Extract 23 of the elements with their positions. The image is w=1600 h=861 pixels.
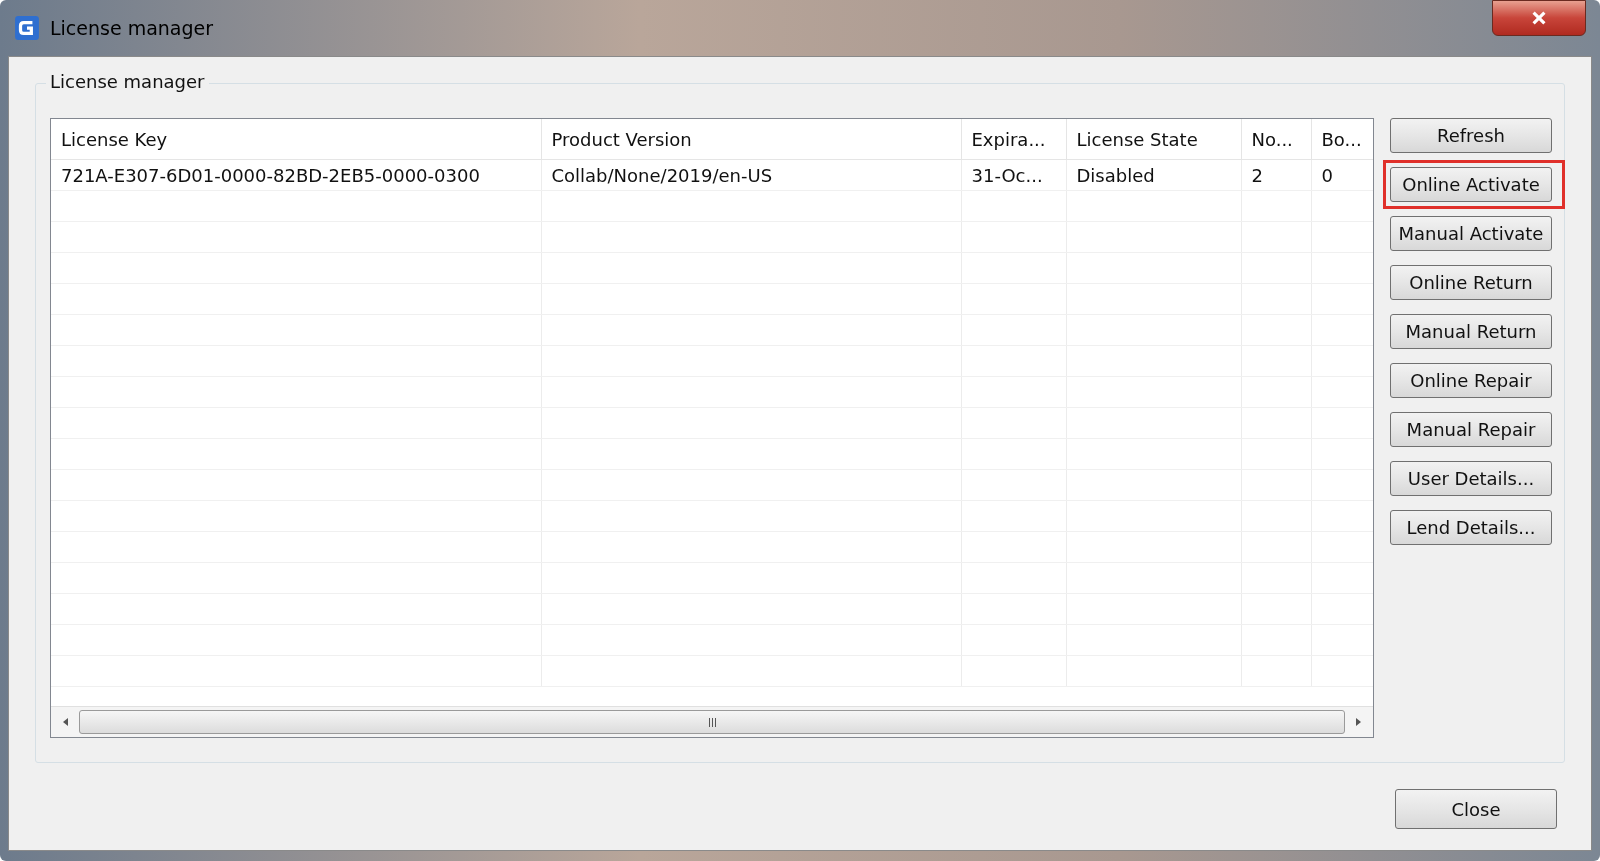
scroll-left-icon[interactable] xyxy=(61,717,71,727)
table-cell: Disabled xyxy=(1066,159,1241,191)
horizontal-scrollbar[interactable] xyxy=(51,706,1373,737)
group-label: License manager xyxy=(46,71,209,92)
app-logo-icon xyxy=(14,15,40,41)
close-icon[interactable] xyxy=(1492,0,1586,36)
close-button[interactable]: Close xyxy=(1395,789,1557,829)
table-cell: 721A-E307-6D01-0000-82BD-2EB5-0000-0300 xyxy=(51,159,541,191)
column-header[interactable]: Expira... xyxy=(961,119,1066,160)
column-header[interactable]: Bo... xyxy=(1311,119,1373,160)
table-cell: 2 xyxy=(1241,159,1311,191)
action-button[interactable]: Online Activate xyxy=(1383,160,1565,209)
column-header[interactable]: License State xyxy=(1066,119,1241,160)
window-title: License manager xyxy=(50,17,214,39)
table-cell: Collab/None/2019/en-US xyxy=(541,159,961,191)
table-cell: 0 xyxy=(1311,159,1373,191)
grip-icon xyxy=(708,717,716,727)
scroll-right-icon[interactable] xyxy=(1353,717,1363,727)
scroll-thumb[interactable] xyxy=(79,710,1345,734)
column-header[interactable]: No... xyxy=(1241,119,1311,160)
table-cell: 31-Oc... xyxy=(961,159,1066,191)
column-header[interactable]: Product Version xyxy=(541,119,961,160)
column-header[interactable]: License Key xyxy=(51,119,541,160)
